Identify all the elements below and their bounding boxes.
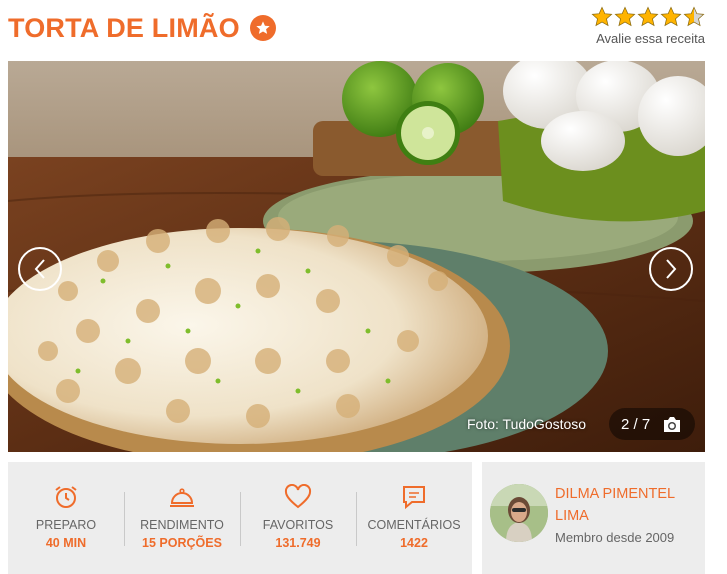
stat-value: 40 MIN <box>45 536 87 550</box>
rating-star-icon[interactable] <box>660 6 682 28</box>
rating-star-icon[interactable] <box>591 6 613 28</box>
rating-stars[interactable] <box>591 6 705 28</box>
comment-icon[interactable] <box>401 484 427 510</box>
photo-counter-button[interactable]: 2 / 7 <box>609 408 695 440</box>
photo-credit: Foto: TudoGostoso <box>467 416 587 432</box>
recipe-photo <box>8 61 705 452</box>
stat-label: PREPARO <box>35 518 97 532</box>
rating-star-icon[interactable] <box>614 6 636 28</box>
stat-value: 15 PORÇÕES <box>142 536 222 550</box>
photo-counter: 2 / 7 <box>621 415 651 433</box>
stat-label: RENDIMENTO <box>140 518 224 532</box>
author-name-link[interactable]: DILMA PIMENTEL LIMA <box>555 483 700 527</box>
previous-photo-button[interactable] <box>18 247 62 291</box>
next-photo-button[interactable] <box>649 247 693 291</box>
rating-star-icon[interactable] <box>637 6 659 28</box>
recipe-header: TORTA DE LIMÃO <box>8 6 276 50</box>
stat-value: 1422 <box>400 536 428 550</box>
rating-star-icon[interactable] <box>683 6 705 28</box>
recipe-title: TORTA DE LIMÃO <box>8 12 240 43</box>
recipe-photo-gallery[interactable]: Foto: TudoGostoso 2 / 7 <box>8 61 705 452</box>
rate-recipe-link[interactable]: Avalie essa receita <box>591 31 705 46</box>
camera-icon <box>664 416 681 432</box>
stat-label: FAVORITOS <box>262 518 334 532</box>
alarm-clock-icon <box>55 486 77 508</box>
author-member-since: Membro desde 2009 <box>555 530 675 545</box>
chevron-left-icon <box>34 259 45 279</box>
stat-label: COMENTÁRIOS <box>367 518 461 532</box>
stat-favoritos[interactable]: FAVORITOS 131.749 <box>240 462 356 574</box>
stat-preparo: PREPARO 40 MIN <box>8 462 124 574</box>
rating-widget[interactable]: Avalie essa receita <box>591 6 705 46</box>
serving-cloche-icon <box>170 488 194 507</box>
heart-icon[interactable] <box>284 484 312 510</box>
star-badge-icon <box>249 15 276 41</box>
stat-comentarios[interactable]: COMENTÁRIOS 1422 <box>356 462 472 574</box>
recipe-stats-panel: PREPARO 40 MIN RENDIMENTO 15 PORÇÕES FAV… <box>8 462 472 574</box>
avatar[interactable] <box>490 484 548 542</box>
stat-rendimento: RENDIMENTO 15 PORÇÕES <box>124 462 240 574</box>
stat-value: 131.749 <box>275 536 321 550</box>
chevron-right-icon <box>666 259 677 279</box>
author-card: DILMA PIMENTEL LIMA Membro desde 2009 <box>482 462 705 574</box>
